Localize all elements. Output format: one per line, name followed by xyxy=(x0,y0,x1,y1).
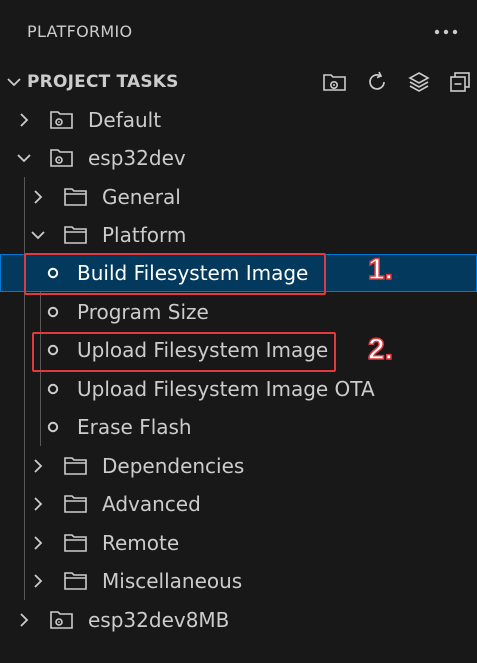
tree-item-label: esp32dev8MB xyxy=(88,608,230,632)
folder-icon xyxy=(64,495,87,513)
chevron-right-icon xyxy=(34,574,43,588)
chevron-right-icon xyxy=(34,459,43,473)
panel-title: PLATFORMIO xyxy=(27,22,133,41)
env-folder-icon xyxy=(50,149,73,167)
toggle-layers-button[interactable] xyxy=(402,66,436,98)
section-title: PROJECT TASKS xyxy=(27,72,179,92)
task-upload-filesystem-image-ota[interactable]: Upload Filesystem Image OTA xyxy=(0,370,477,408)
annotation-number: 2. xyxy=(367,332,394,367)
task-label: Erase Flash xyxy=(77,415,192,439)
chevron-right-icon xyxy=(20,113,29,127)
layers-icon xyxy=(408,72,430,92)
tree-item-label: Platform xyxy=(102,223,187,247)
platformio-panel: PLATFORMIO PROJECT TASKS Default esp32de… xyxy=(0,0,477,663)
more-actions-button[interactable] xyxy=(428,18,464,46)
tree-item-label: Dependencies xyxy=(102,454,245,478)
annotation-number: 1. xyxy=(367,252,394,287)
chevron-down-icon xyxy=(17,154,31,163)
task-label: Upload Filesystem Image OTA xyxy=(77,377,375,401)
tree-item-platform[interactable]: Platform xyxy=(0,216,477,254)
task-label: Program Size xyxy=(77,300,209,324)
env-folder-icon xyxy=(50,611,73,629)
project-tasks-section-header[interactable]: PROJECT TASKS xyxy=(0,62,477,102)
chevron-right-icon xyxy=(34,497,43,511)
annotation-highlight-box xyxy=(24,253,326,295)
folder-icon xyxy=(64,457,87,475)
collapse-all-button[interactable] xyxy=(443,66,477,98)
tree-item-esp32dev[interactable]: esp32dev xyxy=(0,139,477,177)
task-erase-flash[interactable]: Erase Flash xyxy=(0,408,477,446)
folder-icon xyxy=(64,572,87,590)
chevron-right-icon xyxy=(20,613,29,627)
folder-icon xyxy=(64,188,87,206)
tree-item-label: esp32dev xyxy=(88,146,186,170)
tree-item-label: General xyxy=(102,185,181,209)
folder-open-icon xyxy=(64,226,87,244)
chevron-down-icon xyxy=(31,231,45,240)
tree-item-miscellaneous[interactable]: Miscellaneous xyxy=(0,562,477,600)
tree-item-dependencies[interactable]: Dependencies xyxy=(0,447,477,485)
task-circle-icon xyxy=(47,421,59,433)
chevron-right-icon xyxy=(34,190,43,204)
tree-item-remote[interactable]: Remote xyxy=(0,524,477,562)
task-circle-icon xyxy=(47,306,59,318)
folder-icon xyxy=(64,534,87,552)
ellipsis-icon xyxy=(434,29,458,35)
chevron-down-icon xyxy=(7,78,21,87)
panel-header: PLATFORMIO xyxy=(0,0,477,64)
tree-item-label: Default xyxy=(88,108,162,132)
collapse-all-icon xyxy=(450,72,470,92)
tree-item-label: Remote xyxy=(102,531,180,555)
annotation-highlight-box xyxy=(32,332,336,372)
new-terminal-button[interactable] xyxy=(318,66,352,98)
tree-item-esp32dev8mb[interactable]: esp32dev8MB xyxy=(0,601,477,639)
tree-item-label: Miscellaneous xyxy=(102,569,243,593)
tree-item-default[interactable]: Default xyxy=(0,101,477,139)
env-folder-icon xyxy=(50,111,73,129)
refresh-icon xyxy=(369,71,385,90)
tree-item-advanced[interactable]: Advanced xyxy=(0,485,477,523)
tree-item-general[interactable]: General xyxy=(0,178,477,216)
task-circle-icon xyxy=(47,383,59,395)
chevron-right-icon xyxy=(34,536,43,550)
tree-item-label: Advanced xyxy=(102,492,201,516)
folder-terminal-icon xyxy=(323,74,346,91)
refresh-button[interactable] xyxy=(360,66,394,98)
task-program-size[interactable]: Program Size xyxy=(0,293,477,331)
